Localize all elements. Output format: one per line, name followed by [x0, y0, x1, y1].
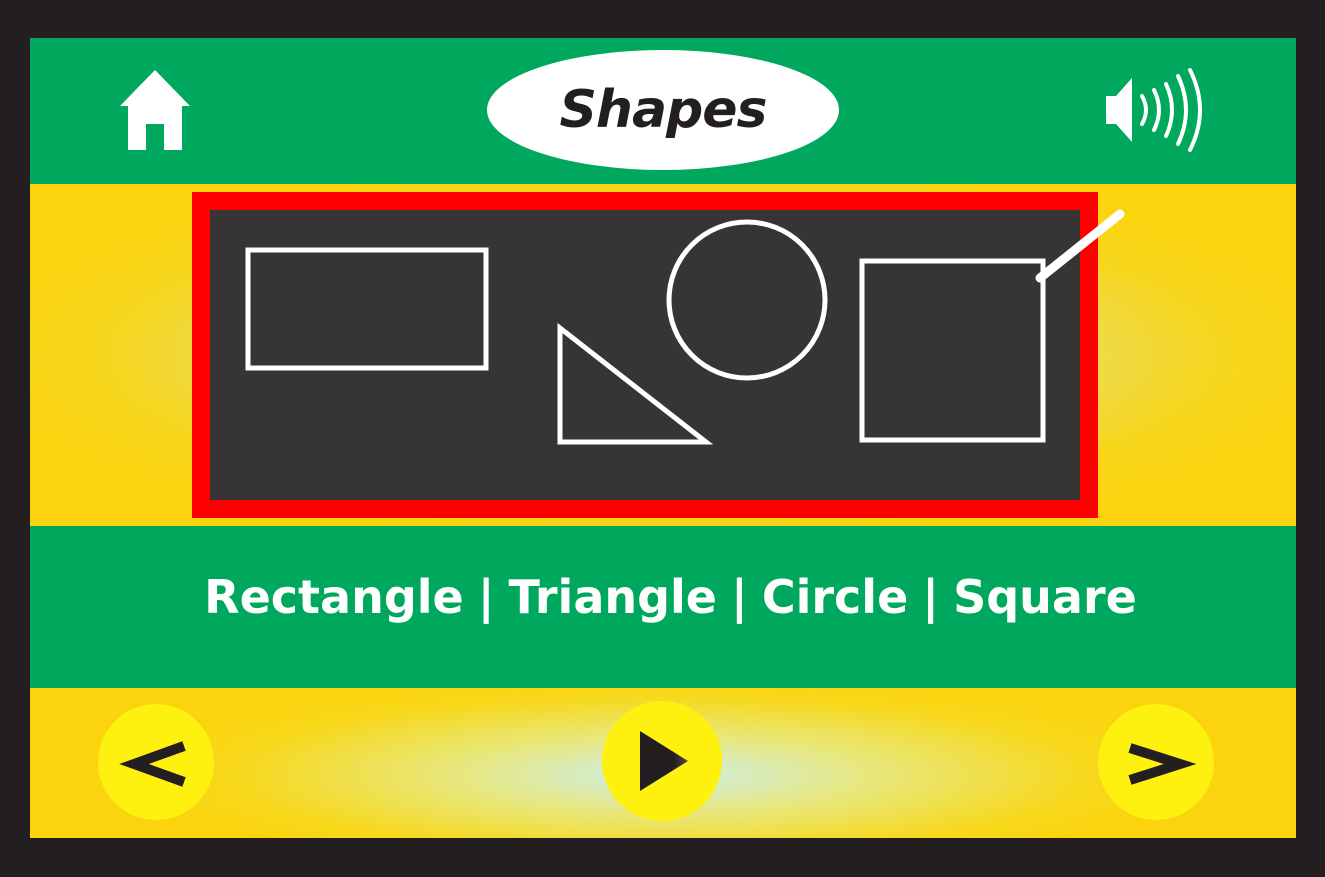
previous-button[interactable] — [98, 704, 214, 820]
label-separator: | — [922, 570, 940, 624]
home-button[interactable] — [118, 68, 192, 152]
label-square: Square — [953, 570, 1137, 624]
label-separator: | — [731, 570, 748, 624]
label-rectangle: Rectangle — [204, 570, 464, 624]
header-bar: Shapes — [30, 38, 1296, 184]
title-pill: Shapes — [487, 50, 839, 170]
board-area — [30, 184, 1296, 526]
square-shape — [859, 258, 1046, 443]
chevron-right-icon — [1128, 743, 1197, 785]
rectangle-shape — [245, 247, 489, 371]
play-icon — [640, 731, 688, 791]
speaker-icon — [1106, 68, 1202, 152]
home-icon — [120, 70, 190, 150]
play-button[interactable] — [602, 701, 722, 821]
shape-label-list: Rectangle | Triangle | Circle | Square — [204, 570, 1137, 624]
sound-button[interactable] — [1100, 68, 1210, 152]
label-bar: Rectangle | Triangle | Circle | Square — [30, 526, 1296, 688]
circle-shape — [666, 219, 828, 381]
next-button[interactable] — [1098, 704, 1214, 820]
chevron-left-icon — [119, 741, 186, 787]
chalk-icon — [1035, 209, 1125, 283]
shapes-drawing — [245, 219, 1046, 445]
app-screen: Shapes Rectangle | Triangle | Circle | S… — [30, 38, 1296, 838]
page-title: Shapes — [559, 80, 767, 140]
label-separator: | — [477, 570, 495, 624]
label-circle: Circle — [761, 570, 909, 624]
chalkboard — [192, 192, 1098, 518]
label-triangle: Triangle — [508, 570, 718, 624]
navigation-bar — [30, 688, 1296, 838]
